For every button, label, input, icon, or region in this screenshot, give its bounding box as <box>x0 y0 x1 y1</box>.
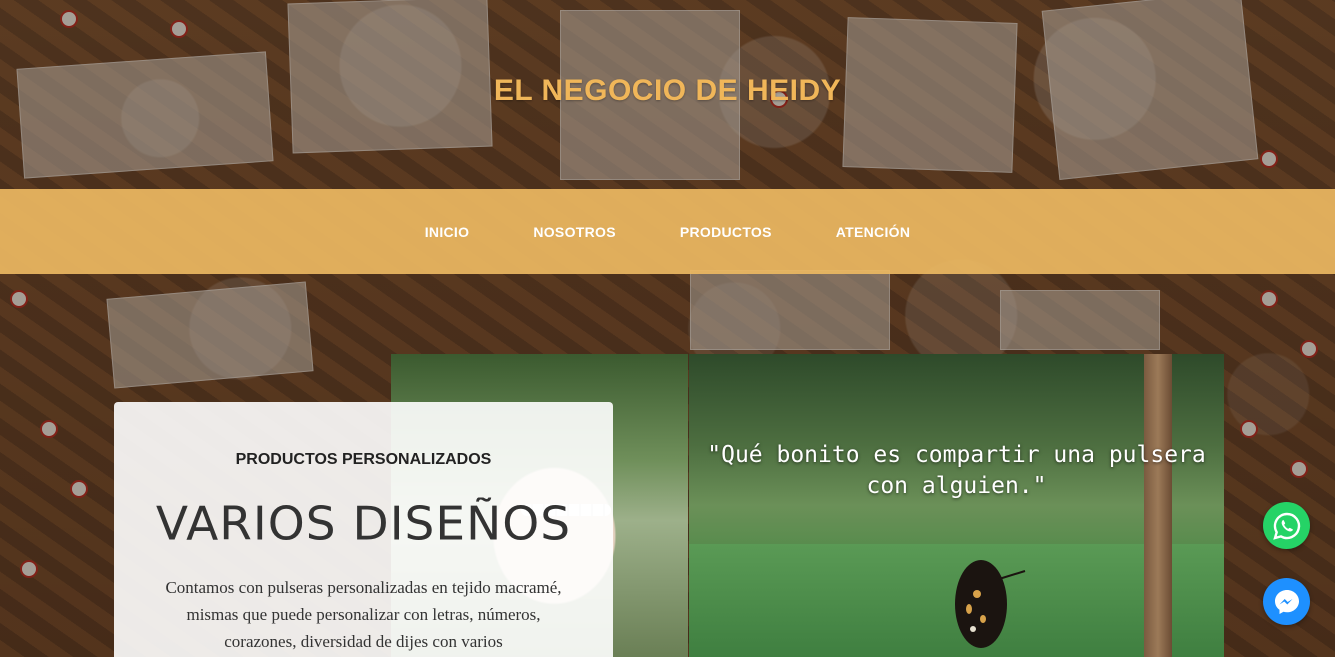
butterfly-quote-photo: "Qué bonito es compartir una pulsera con… <box>689 354 1224 657</box>
messenger-icon <box>1274 589 1299 614</box>
whatsapp-icon <box>1272 512 1300 540</box>
nav-item-inicio[interactable]: INICIO <box>425 224 470 240</box>
main-navbar: INICIO NOSOTROS PRODUCTOS ATENCIÓN <box>0 189 1335 274</box>
whatsapp-button[interactable] <box>1263 502 1310 549</box>
hero-quote: "Qué bonito es compartir una pulsera con… <box>707 442 1206 499</box>
photo-post <box>1144 354 1172 657</box>
messenger-button[interactable] <box>1263 578 1310 625</box>
products-card: PRODUCTOS PERSONALIZADOS VARIOS DISEÑOS … <box>114 402 613 657</box>
card-title: VARIOS DISEÑOS <box>155 497 572 552</box>
card-kicker: PRODUCTOS PERSONALIZADOS <box>235 451 492 468</box>
nav-item-atencion[interactable]: ATENCIÓN <box>836 224 910 240</box>
nav-item-nosotros[interactable]: NOSOTROS <box>533 224 616 240</box>
site-title: EL NEGOCIO DE HEIDY <box>493 74 842 107</box>
butterfly-icon <box>955 560 1026 648</box>
card-body: Contamos con pulseras personalizadas en … <box>165 578 562 651</box>
nav-item-productos[interactable]: PRODUCTOS <box>680 224 772 240</box>
